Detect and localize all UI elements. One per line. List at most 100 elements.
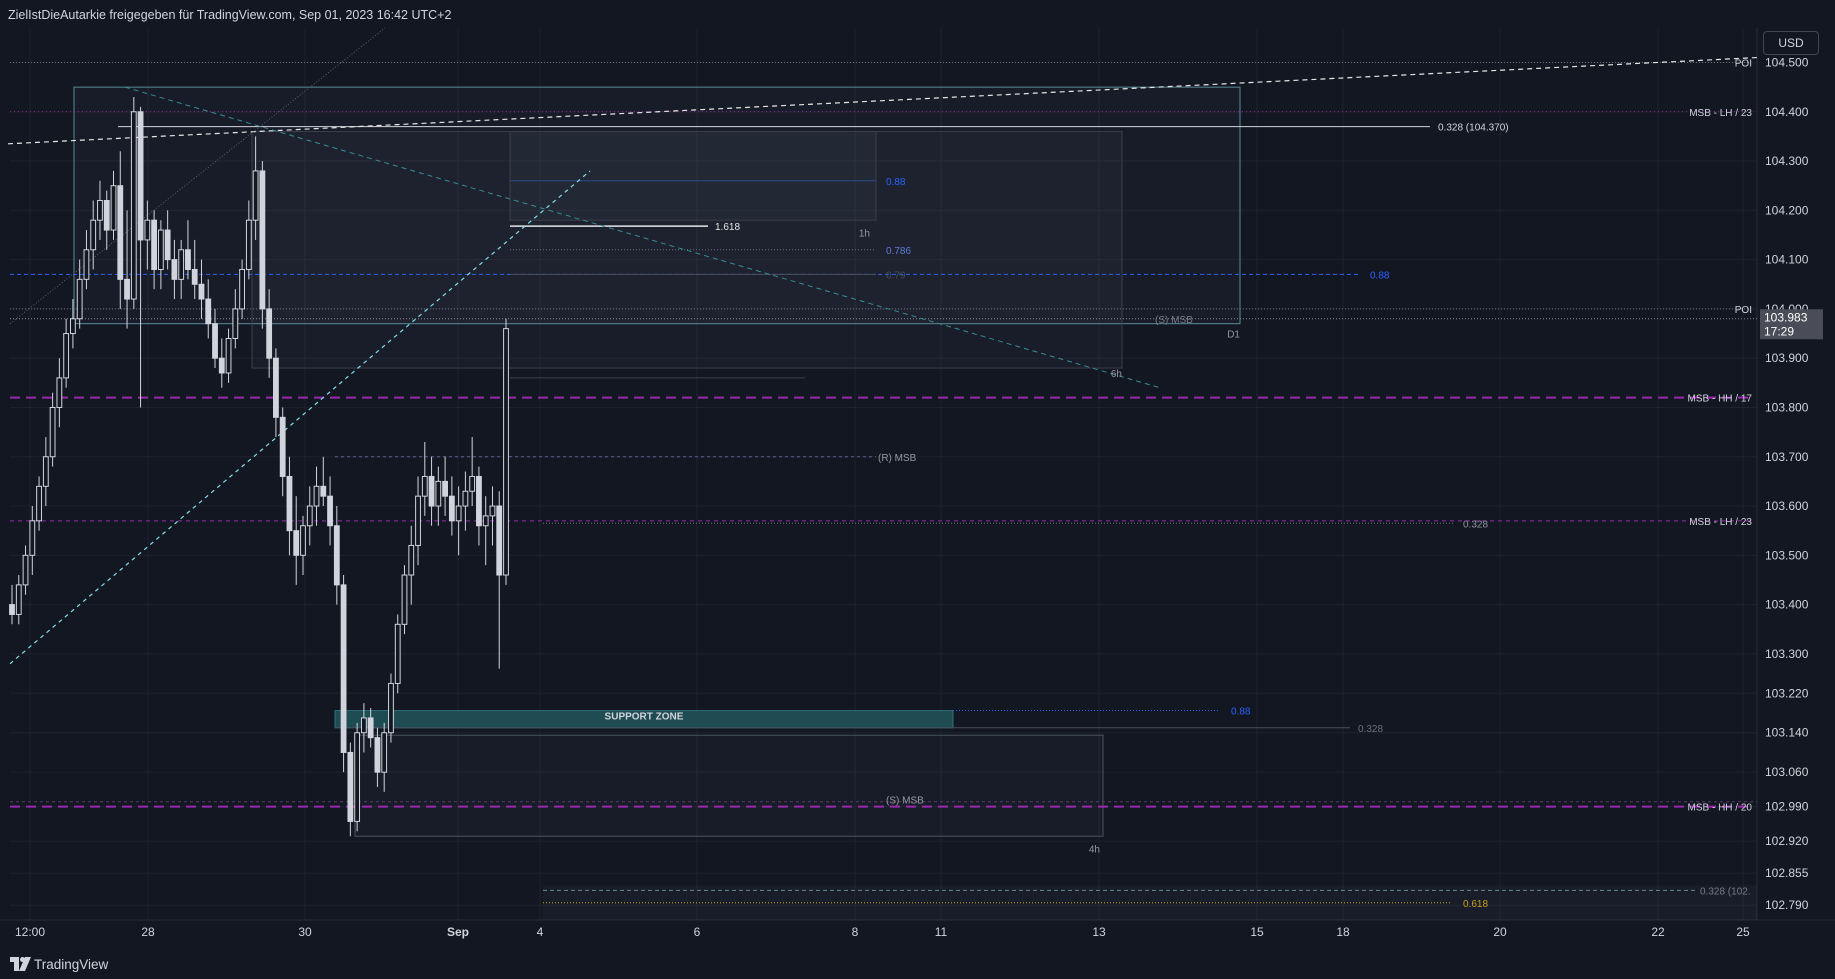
level-label: MSB - HH / 17 <box>1688 394 1753 405</box>
annotation-label: (S) MSB <box>886 795 924 806</box>
candle-body <box>178 249 185 280</box>
candle-body <box>333 525 340 586</box>
y-axis-tick-label: 103.140 <box>1765 726 1809 740</box>
candle-body <box>151 219 158 270</box>
candle-body <box>117 185 124 280</box>
annotation-label: 0.88 <box>886 177 906 188</box>
candle-body <box>185 249 191 270</box>
candle-body <box>394 623 401 684</box>
level-label: MSB - LH / 23 <box>1689 517 1752 528</box>
level-label: POI <box>1735 58 1752 69</box>
y-axis-tick-label: 103.220 <box>1765 686 1809 700</box>
candle-body <box>239 268 245 310</box>
level-label: MSB - HH / 20 <box>1688 803 1753 814</box>
candle-body <box>401 574 408 625</box>
candle-body <box>286 475 293 532</box>
y-axis-tick-label: 102.790 <box>1765 898 1809 912</box>
candle-body <box>171 259 178 280</box>
candle-body <box>191 268 198 285</box>
currency-button[interactable]: USD <box>1763 31 1819 55</box>
current-price-value: 103.983 <box>1764 310 1808 324</box>
candle-body <box>130 111 137 300</box>
y-axis-tick-label: 103.500 <box>1765 548 1809 562</box>
candle-body <box>124 278 130 300</box>
x-axis-tick-label: 13 <box>1092 925 1106 939</box>
candle-body <box>164 229 171 261</box>
y-axis-tick-label: 103.800 <box>1765 400 1809 414</box>
annotation-label: 6h <box>1111 369 1122 380</box>
candle-body <box>448 495 455 522</box>
candle-body <box>137 111 144 241</box>
y-axis-tick-label: 103.300 <box>1765 647 1809 661</box>
x-axis-tick-label: 11 <box>935 925 948 939</box>
candle-body <box>306 505 313 527</box>
candle-body <box>442 480 448 497</box>
annotation-label: 1.618 <box>715 222 740 233</box>
candle-body <box>388 682 394 734</box>
price-chart[interactable]: 104.500104.400104.300104.200104.100104.0… <box>0 0 1835 950</box>
x-axis-tick-label: 25 <box>1736 925 1750 939</box>
level-label: POI <box>1735 305 1752 316</box>
zone-1h <box>509 130 877 221</box>
candle-body <box>97 199 103 221</box>
candle-body <box>347 751 354 822</box>
candle-body <box>110 185 117 231</box>
candle-body <box>9 604 15 615</box>
candle-body <box>415 495 421 546</box>
y-axis-tick-label: 102.920 <box>1765 834 1809 848</box>
annotation-label: 1h <box>859 229 870 240</box>
annotation-label: 0.618 <box>1463 899 1488 910</box>
candle-body <box>340 584 347 753</box>
y-axis-tick-label: 104.400 <box>1765 105 1809 119</box>
y-axis-tick-label: 104.500 <box>1765 55 1809 69</box>
candle-body <box>300 525 306 556</box>
candle-body <box>266 308 273 359</box>
y-axis-tick-label: 102.990 <box>1765 800 1809 814</box>
candle-body <box>476 475 482 527</box>
candle-body <box>252 170 259 221</box>
x-axis-tick-label: 22 <box>1651 925 1665 939</box>
footer: TradingView <box>0 950 1835 979</box>
candle-body <box>320 485 327 497</box>
tradingview-logo-icon[interactable] <box>10 957 32 971</box>
candle-body <box>496 505 503 576</box>
footer-brand[interactable]: TradingView <box>34 957 108 972</box>
candle-body <box>15 584 22 615</box>
y-axis-tick-label: 103.700 <box>1765 450 1809 464</box>
candle-body <box>225 337 232 374</box>
candle-body <box>90 219 97 251</box>
candle-body <box>462 490 469 507</box>
annotation-label: 0.328 <box>1463 519 1488 530</box>
candle-body <box>313 485 320 507</box>
annotation-label: (R) MSB <box>878 453 917 464</box>
x-axis-tick-label: 30 <box>298 925 312 939</box>
candle-body <box>469 475 476 492</box>
annotation-label: 0.328 (104.370) <box>1438 123 1509 134</box>
x-axis-tick-label: 12:00 <box>15 925 45 939</box>
candle-body <box>327 495 333 527</box>
level-label: MSB - LH / 23 <box>1689 108 1752 119</box>
y-axis-tick-label: 104.300 <box>1765 154 1809 168</box>
candle-body <box>103 199 110 231</box>
annotation-label: (S) MSB <box>1155 315 1193 326</box>
candle-body <box>367 717 374 739</box>
candle-body <box>374 737 381 773</box>
x-axis-tick-label: 6 <box>694 925 701 939</box>
x-axis-tick-label: 18 <box>1336 925 1350 939</box>
candle-body <box>205 298 212 325</box>
candle-body <box>198 283 205 300</box>
candle-body <box>360 717 367 734</box>
zone-4h <box>354 734 1104 837</box>
candle-body <box>76 278 83 320</box>
candle-body <box>489 505 496 517</box>
candle-body <box>293 530 300 556</box>
annotation-label: 0.328 <box>1358 724 1383 735</box>
x-axis-tick-label: 28 <box>141 925 155 939</box>
candle-body <box>56 377 63 408</box>
candle-body <box>63 333 70 379</box>
annotation-label: 4h <box>1089 845 1100 856</box>
candle-body <box>273 357 279 418</box>
candle-body <box>381 732 388 773</box>
candle-body <box>408 544 415 576</box>
annotation-label: 0.786 <box>886 246 911 257</box>
